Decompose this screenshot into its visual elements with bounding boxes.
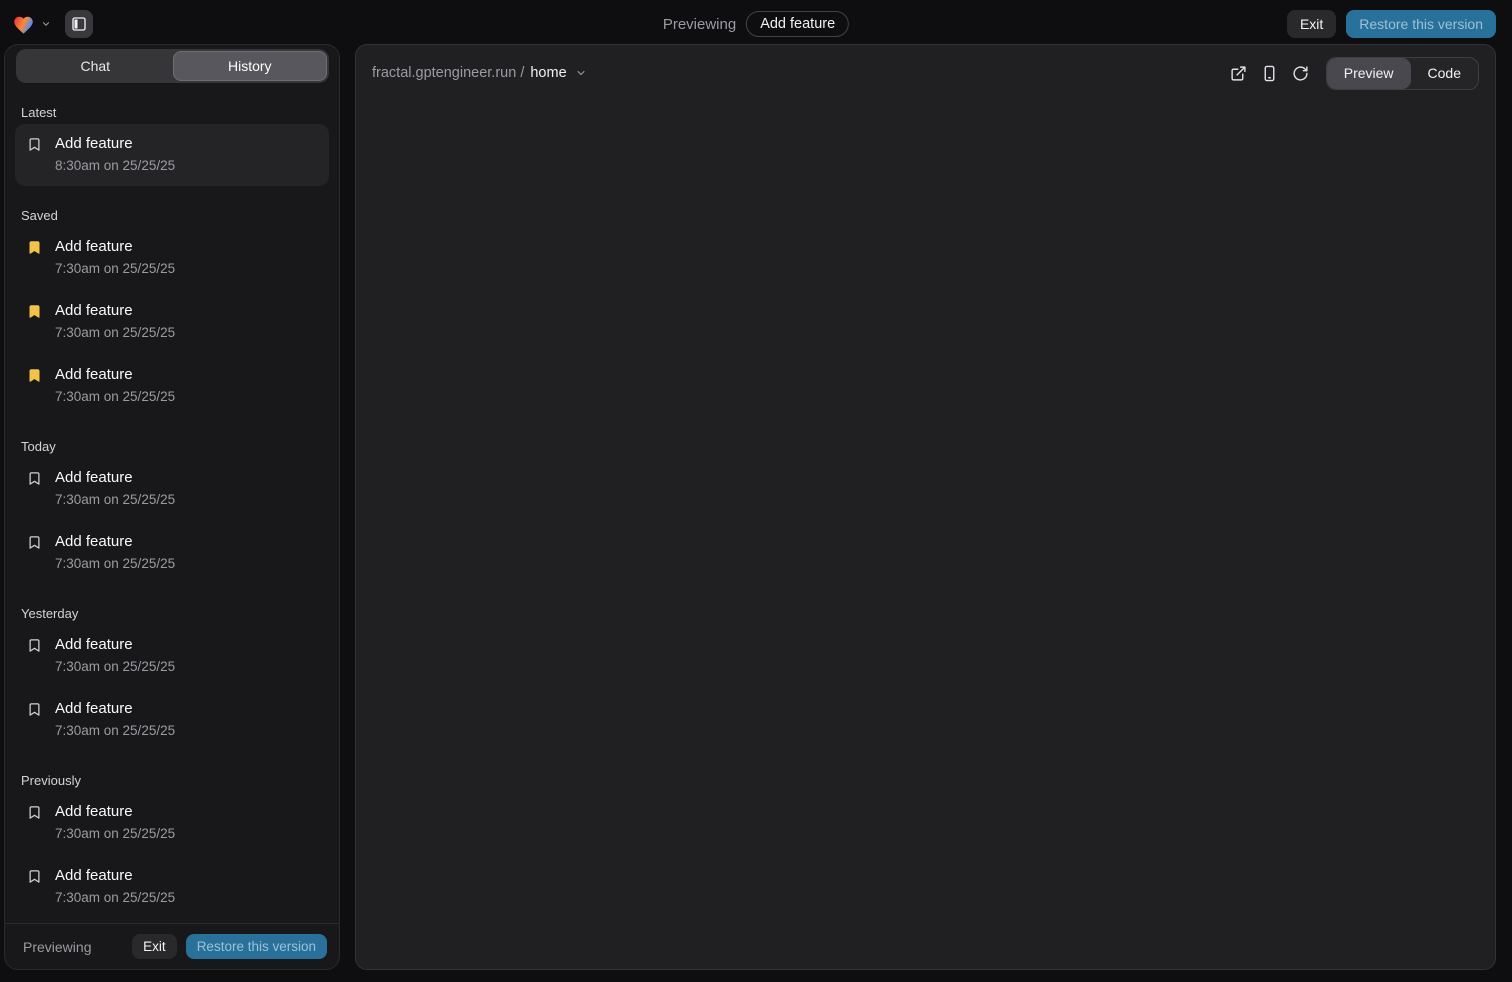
topbar-left xyxy=(12,10,93,38)
topbar: Previewing Add feature Exit Restore this… xyxy=(0,0,1512,48)
history-item-time: 8:30am on 25/25/25 xyxy=(55,157,323,175)
chat-history-tab-switcher: Chat History xyxy=(16,49,329,83)
history-section: Today Add feature 7:30am on 25/25/25 Add… xyxy=(15,439,329,584)
sidebar-footer: Previewing Exit Restore this version xyxy=(5,923,339,969)
history-section: Yesterday Add feature 7:30am on 25/25/25… xyxy=(15,606,329,751)
bookmark-outline-icon xyxy=(27,702,43,717)
history-item[interactable]: Add feature 7:30am on 25/25/25 xyxy=(15,689,329,751)
section-items: Add feature 7:30am on 25/25/25 Add featu… xyxy=(15,625,329,751)
history-item-time: 7:30am on 25/25/25 xyxy=(55,825,323,843)
exit-button[interactable]: Exit xyxy=(1287,10,1336,38)
content-area: Chat History Latest Add feature 8:30am o… xyxy=(0,44,1512,970)
preview-header: fractal.gptengineer.run / home xyxy=(356,45,1495,101)
refresh-icon xyxy=(1292,65,1309,82)
history-item[interactable]: Add feature 7:30am on 25/25/25 xyxy=(15,625,329,687)
footer-restore-version-button[interactable]: Restore this version xyxy=(186,934,327,959)
bookmark-outline-icon xyxy=(27,869,43,884)
history-item[interactable]: Add feature 7:30am on 25/25/25 xyxy=(15,522,329,584)
history-section: Latest Add feature 8:30am on 25/25/25 xyxy=(15,105,329,186)
history-item[interactable]: Add feature 7:30am on 25/25/25 xyxy=(15,792,329,854)
preview-url-dropdown[interactable]: fractal.gptengineer.run / home xyxy=(372,65,587,81)
history-item-time: 7:30am on 25/25/25 xyxy=(55,260,323,278)
bookmark-filled-icon xyxy=(27,368,43,383)
bookmark-outline-icon xyxy=(27,137,43,152)
history-item[interactable]: Add feature 7:30am on 25/25/25 xyxy=(15,856,329,918)
topbar-center: Previewing Add feature xyxy=(663,11,849,37)
refresh-button[interactable] xyxy=(1290,62,1312,84)
history-item-time: 7:30am on 25/25/25 xyxy=(55,324,323,342)
history-item-time: 7:30am on 25/25/25 xyxy=(55,555,323,573)
section-items: Add feature 8:30am on 25/25/25 xyxy=(15,124,329,186)
bookmark-outline-icon xyxy=(27,638,43,653)
bookmark-outline-icon xyxy=(27,471,43,486)
history-item-title: Add feature xyxy=(55,237,323,257)
preview-code-toggle: Preview Code xyxy=(1326,57,1479,90)
previewing-label: Previewing xyxy=(663,16,736,33)
section-items: Add feature 7:30am on 25/25/25 Add featu… xyxy=(15,458,329,584)
panel-left-icon xyxy=(71,16,87,32)
history-item-title: Add feature xyxy=(55,134,323,154)
logo-chevron-down-icon[interactable] xyxy=(41,19,51,29)
history-item-time: 7:30am on 25/25/25 xyxy=(55,658,323,676)
bookmark-outline-icon xyxy=(27,805,43,820)
sidebar-toggle-button[interactable] xyxy=(65,10,93,38)
history-item-title: Add feature xyxy=(55,532,323,552)
topbar-right: Exit Restore this version xyxy=(1287,10,1496,38)
history-list[interactable]: Latest Add feature 8:30am on 25/25/25 Sa… xyxy=(5,83,339,923)
history-item[interactable]: Add feature 7:30am on 25/25/25 xyxy=(15,227,329,289)
history-item-title: Add feature xyxy=(55,866,323,886)
section-items: Add feature 7:30am on 25/25/25 Add featu… xyxy=(15,792,329,918)
preview-header-icons xyxy=(1228,62,1312,84)
history-sidebar: Chat History Latest Add feature 8:30am o… xyxy=(4,44,340,970)
section-title: Yesterday xyxy=(21,606,323,621)
history-item-time: 7:30am on 25/25/25 xyxy=(55,889,323,907)
preview-url-prefix: fractal.gptengineer.run / xyxy=(372,65,524,81)
smartphone-icon xyxy=(1261,65,1278,82)
preview-content[interactable] xyxy=(356,101,1495,969)
history-section: Saved Add feature 7:30am on 25/25/25 Add… xyxy=(15,208,329,417)
history-item-time: 7:30am on 25/25/25 xyxy=(55,722,323,740)
history-item-title: Add feature xyxy=(55,635,323,655)
section-title: Latest xyxy=(21,105,323,120)
history-item-title: Add feature xyxy=(55,802,323,822)
open-in-new-tab-button[interactable] xyxy=(1228,62,1250,84)
toggle-preview[interactable]: Preview xyxy=(1327,58,1411,89)
history-section: Previously Add feature 7:30am on 25/25/2… xyxy=(15,773,329,918)
history-item-title: Add feature xyxy=(55,301,323,321)
bookmark-filled-icon xyxy=(27,240,43,255)
history-item-title: Add feature xyxy=(55,468,323,488)
section-title: Today xyxy=(21,439,323,454)
version-badge[interactable]: Add feature xyxy=(746,11,849,37)
history-item[interactable]: Add feature 7:30am on 25/25/25 xyxy=(15,355,329,417)
history-item[interactable]: Add feature 8:30am on 25/25/25 xyxy=(15,124,329,186)
bookmark-outline-icon xyxy=(27,535,43,550)
section-title: Saved xyxy=(21,208,323,223)
mobile-view-button[interactable] xyxy=(1259,62,1281,84)
preview-panel: fractal.gptengineer.run / home xyxy=(355,44,1496,970)
url-chevron-down-icon xyxy=(575,67,587,79)
history-item-time: 7:30am on 25/25/25 xyxy=(55,388,323,406)
external-link-icon xyxy=(1230,65,1247,82)
restore-version-button[interactable]: Restore this version xyxy=(1346,10,1496,38)
history-item-time: 7:30am on 25/25/25 xyxy=(55,491,323,509)
history-item[interactable]: Add feature 7:30am on 25/25/25 xyxy=(15,291,329,353)
lovable-heart-logo-icon[interactable] xyxy=(12,14,35,35)
preview-url-page: home xyxy=(530,65,566,81)
history-item-title: Add feature xyxy=(55,699,323,719)
tab-history[interactable]: History xyxy=(173,51,328,81)
footer-exit-button[interactable]: Exit xyxy=(132,934,177,959)
section-title: Previously xyxy=(21,773,323,788)
section-items: Add feature 7:30am on 25/25/25 Add featu… xyxy=(15,227,329,417)
history-item[interactable]: Add feature 7:30am on 25/25/25 xyxy=(15,458,329,520)
bookmark-filled-icon xyxy=(27,304,43,319)
history-item-title: Add feature xyxy=(55,365,323,385)
tab-chat[interactable]: Chat xyxy=(18,51,173,81)
footer-previewing-label: Previewing xyxy=(23,939,91,955)
toggle-code[interactable]: Code xyxy=(1411,58,1478,89)
